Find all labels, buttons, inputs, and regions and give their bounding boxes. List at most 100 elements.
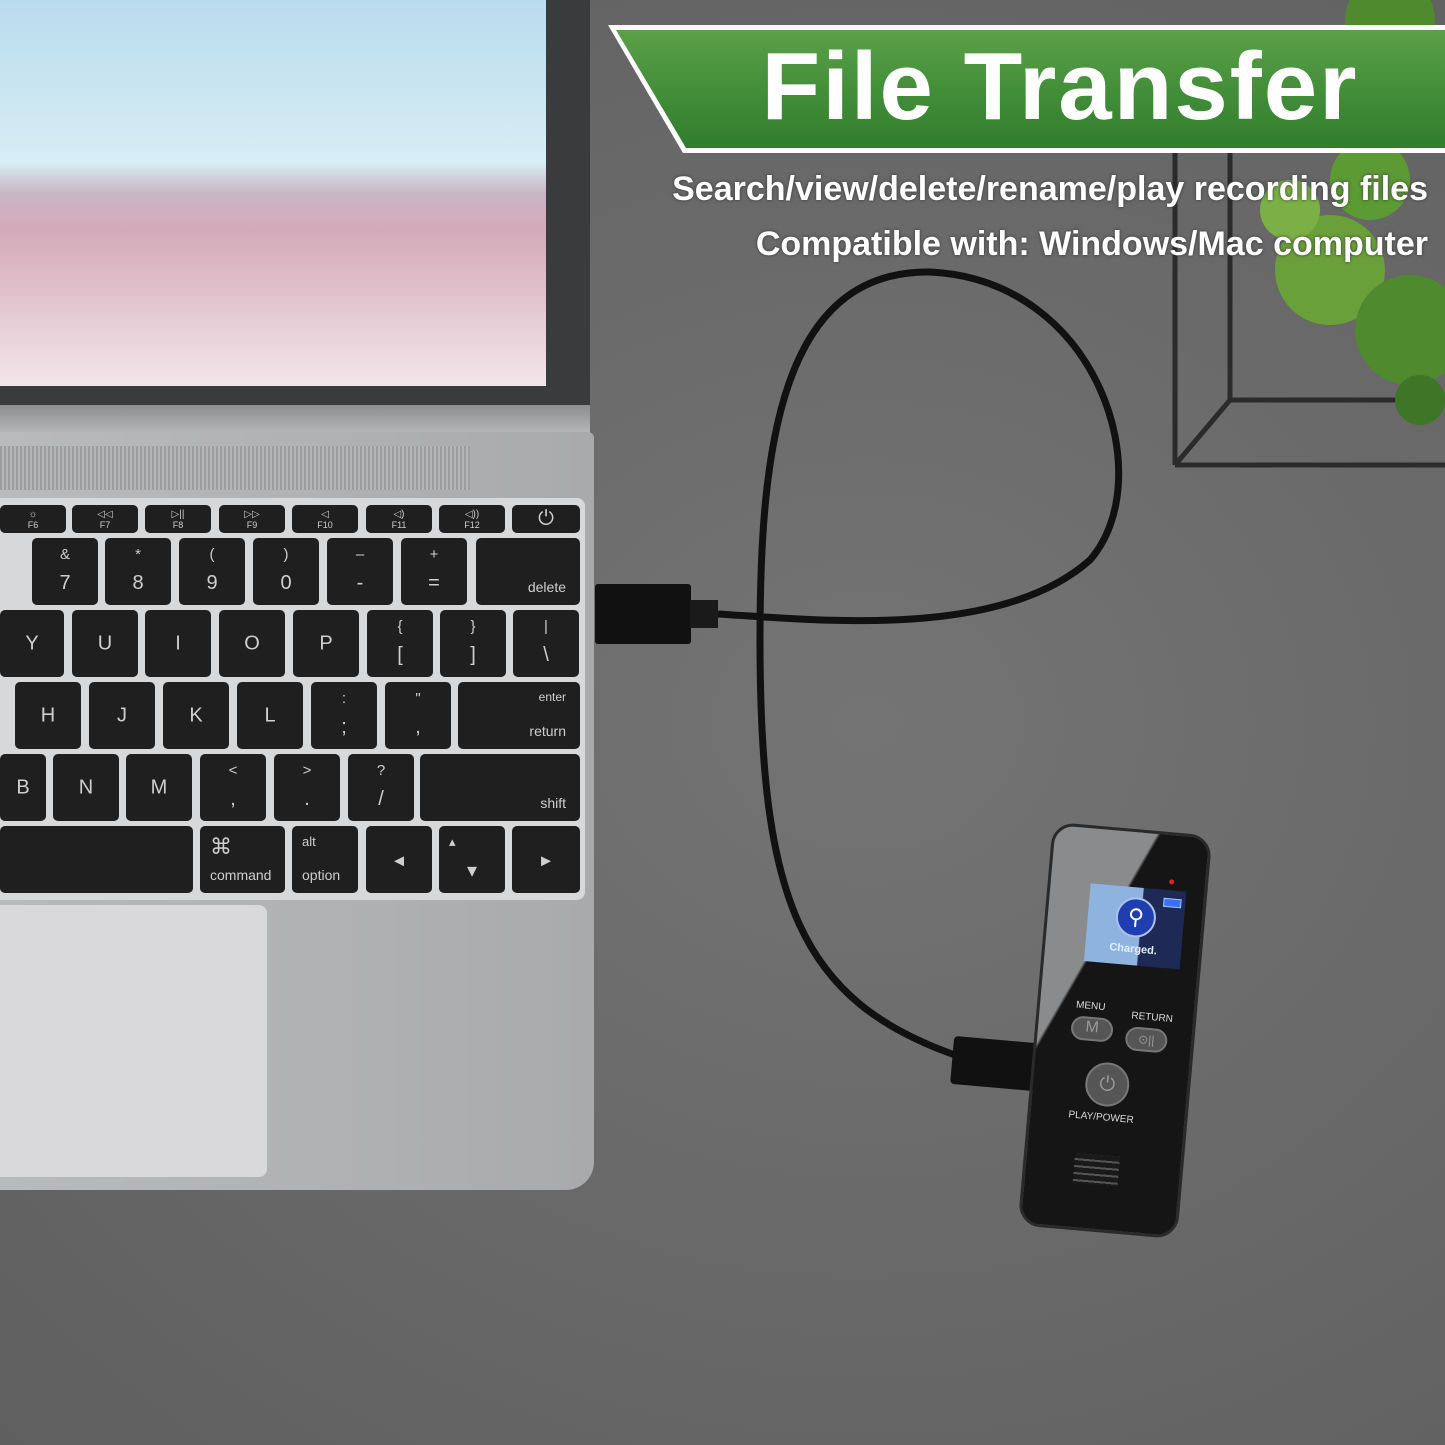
key[interactable]: Y [0,610,64,677]
key[interactable]: ▷|| F8 [145,505,211,533]
key[interactable]: ? / [348,754,414,821]
play-power-button[interactable]: ⏻ [1083,1060,1132,1109]
key[interactable]: | \ [513,610,579,677]
key-label: ◁)) [464,509,480,520]
key[interactable]: U [72,610,138,677]
key-label: U [97,632,113,654]
return-button[interactable]: ⊙|| [1124,1025,1169,1054]
usb-plug-strain-relief [690,600,718,628]
usb-icon: ⚲ [1114,895,1158,940]
key[interactable]: & 7 [32,538,98,605]
key-label: ▸ [540,849,552,871]
key-label: , [230,788,236,810]
key-label: return [529,723,566,739]
key-label: F6 [27,520,39,530]
key[interactable]: H [15,682,81,749]
key-label: P [319,632,333,654]
key-label: . [304,788,310,810]
key[interactable]: ▸ [512,826,580,893]
key-label: F10 [317,520,333,530]
key[interactable]: K [163,682,229,749]
screen-status: Charged. [1108,941,1158,958]
key-label: 9 [206,572,218,594]
key[interactable]: B [0,754,46,821]
key-label: ▾ [466,860,478,882]
key[interactable]: <, [200,754,266,821]
menu-button[interactable]: M [1070,1015,1115,1043]
key[interactable] [0,826,193,893]
laptop-screen [0,0,546,386]
key[interactable]: ▷▷ F9 [219,505,285,533]
key[interactable]: ) 0 [253,538,319,605]
key[interactable]: ◁)) F12 [439,505,505,533]
menu-label: MENU [1075,999,1106,1014]
key[interactable]: ⌘ command [200,826,285,893]
key[interactable]: N [53,754,119,821]
key-label: ◁ [321,509,329,520]
key-label: / [378,788,384,810]
trackpad[interactable] [0,905,267,1177]
speaker-grille [0,446,470,490]
key-label: [ [397,644,403,666]
key-label: \ [543,644,549,666]
key[interactable]: ◁ F10 [292,505,358,533]
key[interactable]: P [293,610,359,677]
key-label: ) [283,546,289,563]
key[interactable]: M [126,754,192,821]
key-label: enter [538,690,566,704]
key-label: ▷▷ [244,509,260,520]
key[interactable]: ⏻ [512,505,580,533]
led-indicator [1168,879,1175,885]
key[interactable]: (9 [179,538,245,605]
key[interactable]: ◂ [366,826,432,893]
key[interactable]: delete [476,538,580,605]
key[interactable]: enter return [458,682,580,749]
key[interactable]: ", [385,682,451,749]
key[interactable]: + = [401,538,467,605]
key-label: F8 [172,520,184,530]
key[interactable]: ▴ ▾ [439,826,505,893]
key[interactable]: shift [420,754,580,821]
key[interactable]: :; [311,682,377,749]
key-label: ? [376,762,386,779]
key-label: + [429,546,439,563]
key-label: Y [25,632,39,654]
key-label: ▴ [449,834,456,849]
key[interactable]: ☼ F6 [0,505,66,533]
key-label: { [397,618,403,635]
key[interactable]: alt option [292,826,358,893]
key[interactable]: }] [440,610,506,677]
key[interactable]: I [145,610,211,677]
key-label: ◂ [393,849,405,871]
key[interactable]: >. [274,754,340,821]
key[interactable]: ◁◁ F7 [72,505,138,533]
key[interactable]: {[ [367,610,433,677]
key[interactable]: * 8 [105,538,171,605]
key[interactable]: J [89,682,155,749]
usb-plug-laptop [595,584,691,644]
key-label: " [415,690,421,707]
key[interactable]: L [237,682,303,749]
play-power-label: PLAY/POWER [1067,1109,1135,1126]
key-label: } [470,618,476,635]
key-label: 8 [132,572,144,594]
key-label: = [428,572,440,594]
key-label: ] [470,644,476,666]
key-label: ( [209,546,215,563]
key-label: ☼ [28,509,38,520]
key-label: option [302,867,341,883]
key-label: H [40,704,56,726]
key[interactable]: ◁) F11 [366,505,432,533]
key-label: F11 [391,520,407,530]
key-label: N [78,776,94,798]
key-label: - [356,572,364,594]
key-label: F12 [464,520,480,530]
recorder-screen: ⚲ Charged. [1083,883,1187,970]
key-label: > [302,762,312,779]
key[interactable]: O [219,610,285,677]
key[interactable]: – - [327,538,393,605]
return-label: RETURN [1130,1010,1174,1025]
key-label: ⏻ [538,507,554,530]
key-label: I [175,632,181,654]
key-label: & [59,546,70,563]
